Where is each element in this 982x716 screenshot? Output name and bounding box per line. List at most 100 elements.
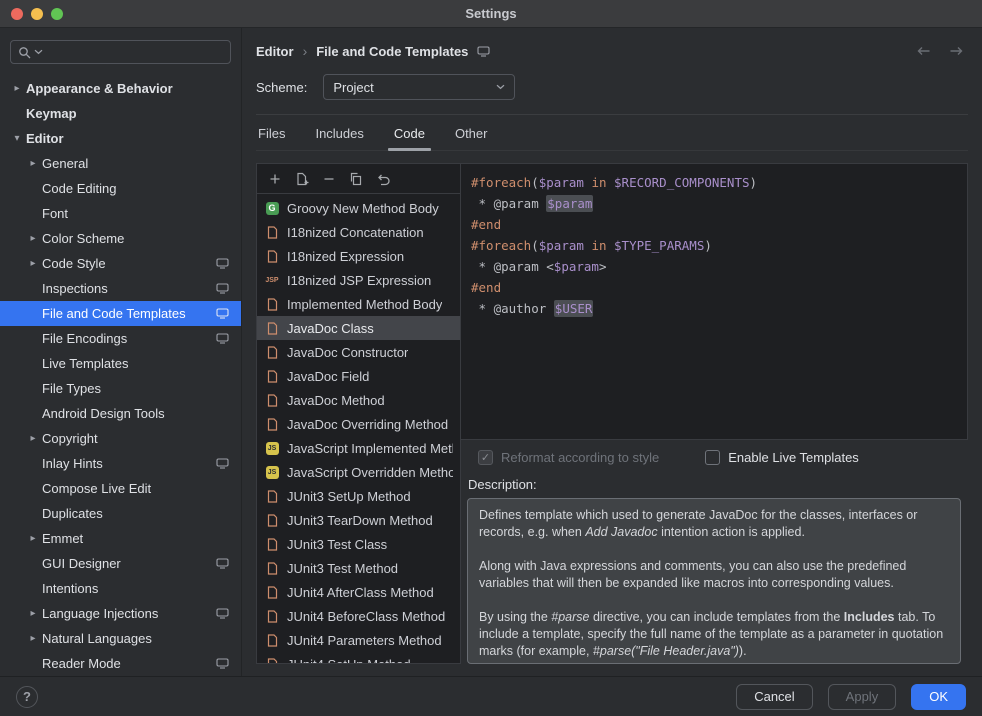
sidebar-item-natural-languages[interactable]: ▸Natural Languages xyxy=(0,626,241,651)
template-file-icon xyxy=(264,346,280,359)
add-template-button[interactable] xyxy=(266,170,284,188)
sidebar-item-keymap[interactable]: Keymap xyxy=(0,101,241,126)
tab-includes[interactable]: Includes xyxy=(313,117,365,150)
scheme-select[interactable]: Project xyxy=(323,74,515,100)
template-item-javascript-implemented-method-body[interactable]: JSJavaScript Implemented Method Body xyxy=(257,436,460,460)
template-item-label: JUnit4 SetUp Method xyxy=(287,657,411,664)
template-item-label: JavaDoc Field xyxy=(287,369,369,384)
chevron-down-icon[interactable]: ▾ xyxy=(8,133,26,144)
sidebar-item-font[interactable]: Font xyxy=(0,201,241,226)
template-description[interactable]: Defines template which used to generate … xyxy=(467,498,961,664)
chevron-right-icon[interactable]: ▸ xyxy=(8,83,26,94)
sidebar-item-appearance-behavior[interactable]: ▸Appearance & Behavior xyxy=(0,76,241,101)
template-item-label: Groovy New Method Body xyxy=(287,201,439,216)
template-item-javadoc-field[interactable]: JavaDoc Field xyxy=(257,364,460,388)
tab-other[interactable]: Other xyxy=(453,117,490,150)
template-item-junit4-beforeclass-method[interactable]: JUnit4 BeforeClass Method xyxy=(257,604,460,628)
sidebar-item-compose-live-edit[interactable]: Compose Live Edit xyxy=(0,476,241,501)
fullscreen-window-button[interactable] xyxy=(51,8,63,20)
sidebar-item-label: Font xyxy=(42,206,229,221)
sidebar-item-file-encodings[interactable]: File Encodings xyxy=(0,326,241,351)
template-item-junit3-setup-method[interactable]: JUnit3 SetUp Method xyxy=(257,484,460,508)
sidebar-item-emmet[interactable]: ▸Emmet xyxy=(0,526,241,551)
template-item-javadoc-method[interactable]: JavaDoc Method xyxy=(257,388,460,412)
settings-main: Editor › File and Code Templates Scheme:… xyxy=(242,28,982,676)
template-item-groovy-new-method-body[interactable]: G Groovy New Method Body xyxy=(257,196,460,220)
sidebar-item-label: Live Templates xyxy=(42,356,229,371)
template-item-junit3-teardown-method[interactable]: JUnit3 TearDown Method xyxy=(257,508,460,532)
template-item-junit3-test-class[interactable]: JUnit3 Test Class xyxy=(257,532,460,556)
search-input[interactable] xyxy=(46,45,223,60)
remove-template-button[interactable] xyxy=(320,170,338,188)
sidebar-item-file-types[interactable]: File Types xyxy=(0,376,241,401)
close-window-button[interactable] xyxy=(11,8,23,20)
sidebar-item-inlay-hints[interactable]: Inlay Hints xyxy=(0,451,241,476)
chevron-right-icon[interactable]: ▸ xyxy=(24,233,42,244)
tab-code[interactable]: Code xyxy=(392,117,427,150)
monitor-icon xyxy=(216,558,229,569)
apply-button[interactable]: Apply xyxy=(828,684,897,710)
template-item-junit3-test-method[interactable]: JUnit3 Test Method xyxy=(257,556,460,580)
ok-button[interactable]: OK xyxy=(911,684,966,710)
sidebar-item-inspections[interactable]: Inspections xyxy=(0,276,241,301)
create-child-template-button[interactable] xyxy=(293,170,311,188)
tab-files[interactable]: Files xyxy=(256,117,287,150)
template-item-javadoc-class[interactable]: JavaDoc Class xyxy=(257,316,460,340)
template-item-i18nized-concatenation[interactable]: I18nized Concatenation xyxy=(257,220,460,244)
chevron-right-icon[interactable]: ▸ xyxy=(24,258,42,269)
groovy-file-icon: G xyxy=(264,202,280,215)
template-item-junit4-afterclass-method[interactable]: JUnit4 AfterClass Method xyxy=(257,580,460,604)
template-item-javadoc-constructor[interactable]: JavaDoc Constructor xyxy=(257,340,460,364)
search-history-chevron-icon[interactable] xyxy=(34,49,43,55)
settings-tree: ▸Appearance & BehaviorKeymap▾Editor▸Gene… xyxy=(0,70,241,676)
template-item-i18nized-jsp-expression[interactable]: JSPI18nized JSP Expression xyxy=(257,268,460,292)
sidebar-item-copyright[interactable]: ▸Copyright xyxy=(0,426,241,451)
minimize-window-button[interactable] xyxy=(31,8,43,20)
sidebar-item-general[interactable]: ▸General xyxy=(0,151,241,176)
history-nav xyxy=(916,45,968,57)
forward-button[interactable] xyxy=(949,45,964,57)
chevron-right-icon[interactable]: ▸ xyxy=(24,608,42,619)
reset-template-button[interactable] xyxy=(374,170,392,188)
sidebar-item-reader-mode[interactable]: Reader Mode xyxy=(0,651,241,676)
sidebar-item-live-templates[interactable]: Live Templates xyxy=(0,351,241,376)
chevron-right-icon[interactable]: ▸ xyxy=(24,433,42,444)
sidebar-item-gui-designer[interactable]: GUI Designer xyxy=(0,551,241,576)
help-button[interactable]: ? xyxy=(16,686,38,708)
question-mark-icon: ? xyxy=(23,689,31,704)
sidebar-item-color-scheme[interactable]: ▸Color Scheme xyxy=(0,226,241,251)
template-item-junit4-parameters-method[interactable]: JUnit4 Parameters Method xyxy=(257,628,460,652)
chevron-right-icon[interactable]: ▸ xyxy=(24,633,42,644)
sidebar-item-editor[interactable]: ▾Editor xyxy=(0,126,241,151)
settings-search-field[interactable] xyxy=(10,40,231,64)
template-item-i18nized-expression[interactable]: I18nized Expression xyxy=(257,244,460,268)
sidebar-item-language-injections[interactable]: ▸Language Injections xyxy=(0,601,241,626)
checkbox-reformat-according-to-style[interactable]: ✓Reformat according to style xyxy=(478,450,659,465)
template-item-implemented-method-body[interactable]: Implemented Method Body xyxy=(257,292,460,316)
template-item-javascript-overridden-method-body[interactable]: JSJavaScript Overridden Method Body xyxy=(257,460,460,484)
sidebar-item-duplicates[interactable]: Duplicates xyxy=(0,501,241,526)
window-title: Settings xyxy=(0,6,982,21)
sidebar-item-label: Appearance & Behavior xyxy=(26,81,229,96)
template-item-label: JUnit4 AfterClass Method xyxy=(287,585,434,600)
chevron-right-icon[interactable]: ▸ xyxy=(24,533,42,544)
sidebar-item-file-and-code-templates[interactable]: File and Code Templates xyxy=(0,301,241,326)
sidebar-item-label: Color Scheme xyxy=(42,231,229,246)
template-editor[interactable]: #foreach($param in $RECORD_COMPONENTS) *… xyxy=(461,163,968,440)
sidebar-item-code-editing[interactable]: Code Editing xyxy=(0,176,241,201)
sidebar-item-code-style[interactable]: ▸Code Style xyxy=(0,251,241,276)
template-category-tabs: Files Includes Code Other xyxy=(256,115,968,151)
javascript-file-icon: JS xyxy=(264,442,280,455)
checkbox-enable-live-templates[interactable]: Enable Live Templates xyxy=(705,450,859,465)
template-file-icon xyxy=(264,538,280,551)
template-item-junit4-setup-method[interactable]: JUnit4 SetUp Method xyxy=(257,652,460,663)
breadcrumb-editor[interactable]: Editor xyxy=(256,44,294,59)
chevron-right-icon[interactable]: ▸ xyxy=(24,158,42,169)
template-item-javadoc-overriding-method[interactable]: JavaDoc Overriding Method xyxy=(257,412,460,436)
copy-template-button[interactable] xyxy=(347,170,365,188)
back-button[interactable] xyxy=(916,45,931,57)
sidebar-item-intentions[interactable]: Intentions xyxy=(0,576,241,601)
template-list-pane: G Groovy New Method Body I18nized Concaten… xyxy=(256,163,461,664)
sidebar-item-android-design-tools[interactable]: Android Design Tools xyxy=(0,401,241,426)
cancel-button[interactable]: Cancel xyxy=(736,684,812,710)
